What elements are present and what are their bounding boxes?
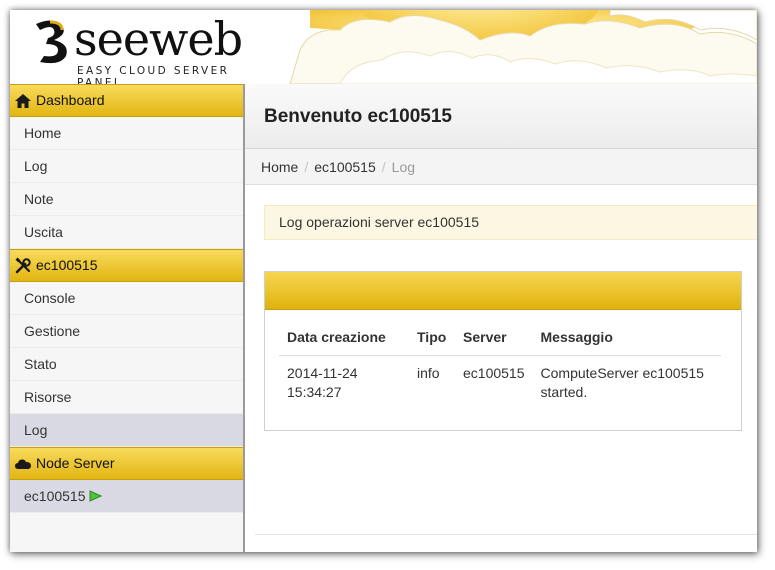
app-window: seeweb EASY CLOUD SERVER PANEL Dashboard… <box>10 10 757 552</box>
log-table: Data creazione Tipo Server Messaggio 201… <box>279 320 721 410</box>
sidebar-item-log[interactable]: Log <box>10 150 243 183</box>
play-icon <box>89 481 102 514</box>
column-header-server: Server <box>455 320 533 356</box>
footer-divider <box>255 534 757 535</box>
tools-icon <box>14 257 32 275</box>
logo-tagline: EASY CLOUD SERVER PANEL <box>77 65 230 84</box>
cell-date-day: 2014-11-24 <box>287 365 358 381</box>
logo-wordmark: seeweb <box>74 12 243 66</box>
sidebar-item-note[interactable]: Note <box>10 183 243 216</box>
sidebar-item-node-ec100515[interactable]: ec100515 <box>10 480 243 513</box>
info-alert: Log operazioni server ec100515 <box>264 205 757 240</box>
logo[interactable]: seeweb EASY CLOUD SERVER PANEL <box>10 10 272 84</box>
breadcrumb-server[interactable]: ec100515 <box>314 159 376 175</box>
home-icon <box>14 92 32 110</box>
seeweb-logo-mark-icon <box>36 20 67 64</box>
sidebar-item-gestione[interactable]: Gestione <box>10 315 243 348</box>
cell-messaggio-line2: started. <box>540 384 588 400</box>
main-content: Benvenuto ec100515 Home / ec100515 / Log Log… <box>245 84 757 552</box>
cloud-icon <box>14 455 32 473</box>
cell-server: ec100515 <box>463 365 525 381</box>
sidebar-item-server-log[interactable]: Log <box>10 414 243 447</box>
sidebar-item-risorse[interactable]: Risorse <box>10 381 243 414</box>
sidebar-item-label: ec100515 <box>24 488 86 504</box>
breadcrumb: Home / ec100515 / Log <box>245 149 757 185</box>
sidebar-section-server[interactable]: ec100515 <box>10 249 243 282</box>
sidebar-section-node-server[interactable]: Node Server <box>10 447 243 480</box>
sidebar-item-console[interactable]: Console <box>10 282 243 315</box>
page-header: Benvenuto ec100515 <box>245 84 757 149</box>
breadcrumb-separator: / <box>304 159 309 175</box>
log-panel-header <box>265 272 741 310</box>
column-header-messaggio: Messaggio <box>532 320 721 356</box>
sidebar-section-title: Node Server <box>36 455 115 471</box>
breadcrumb-home[interactable]: Home <box>261 159 298 175</box>
breadcrumb-separator: / <box>381 159 386 175</box>
cell-messaggio-line1: ComputeServer ec100515 <box>540 365 704 381</box>
sidebar-item-uscita[interactable]: Uscita <box>10 216 243 249</box>
breadcrumb-current: Log <box>391 159 416 175</box>
sidebar-section-title: Dashboard <box>36 92 105 108</box>
sidebar: Dashboard Home Log Note Uscita ec100515 … <box>10 84 245 552</box>
sidebar-item-stato[interactable]: Stato <box>10 348 243 381</box>
header: seeweb EASY CLOUD SERVER PANEL <box>10 10 757 84</box>
sidebar-section-dashboard[interactable]: Dashboard <box>10 84 243 117</box>
table-row: 2014-11-24 15:34:27 info ec100515 Compute… <box>279 356 721 411</box>
cell-messaggio: ComputeServer ec100515 started. <box>533 356 721 411</box>
sidebar-item-home[interactable]: Home <box>10 117 243 150</box>
log-panel: Data creazione Tipo Server Messaggio 201… <box>264 271 742 431</box>
cell-date: 2014-11-24 15:34:27 <box>279 356 409 411</box>
table-header-row: Data creazione Tipo Server Messaggio <box>279 320 721 356</box>
cell-tipo: info <box>417 365 440 381</box>
sidebar-section-title: ec100515 <box>36 257 98 273</box>
column-header-tipo: Tipo <box>409 320 455 356</box>
page-title: Benvenuto ec100515 <box>264 106 452 127</box>
column-header-date: Data creazione <box>279 320 409 356</box>
cell-date-time: 15:34:27 <box>287 384 342 400</box>
